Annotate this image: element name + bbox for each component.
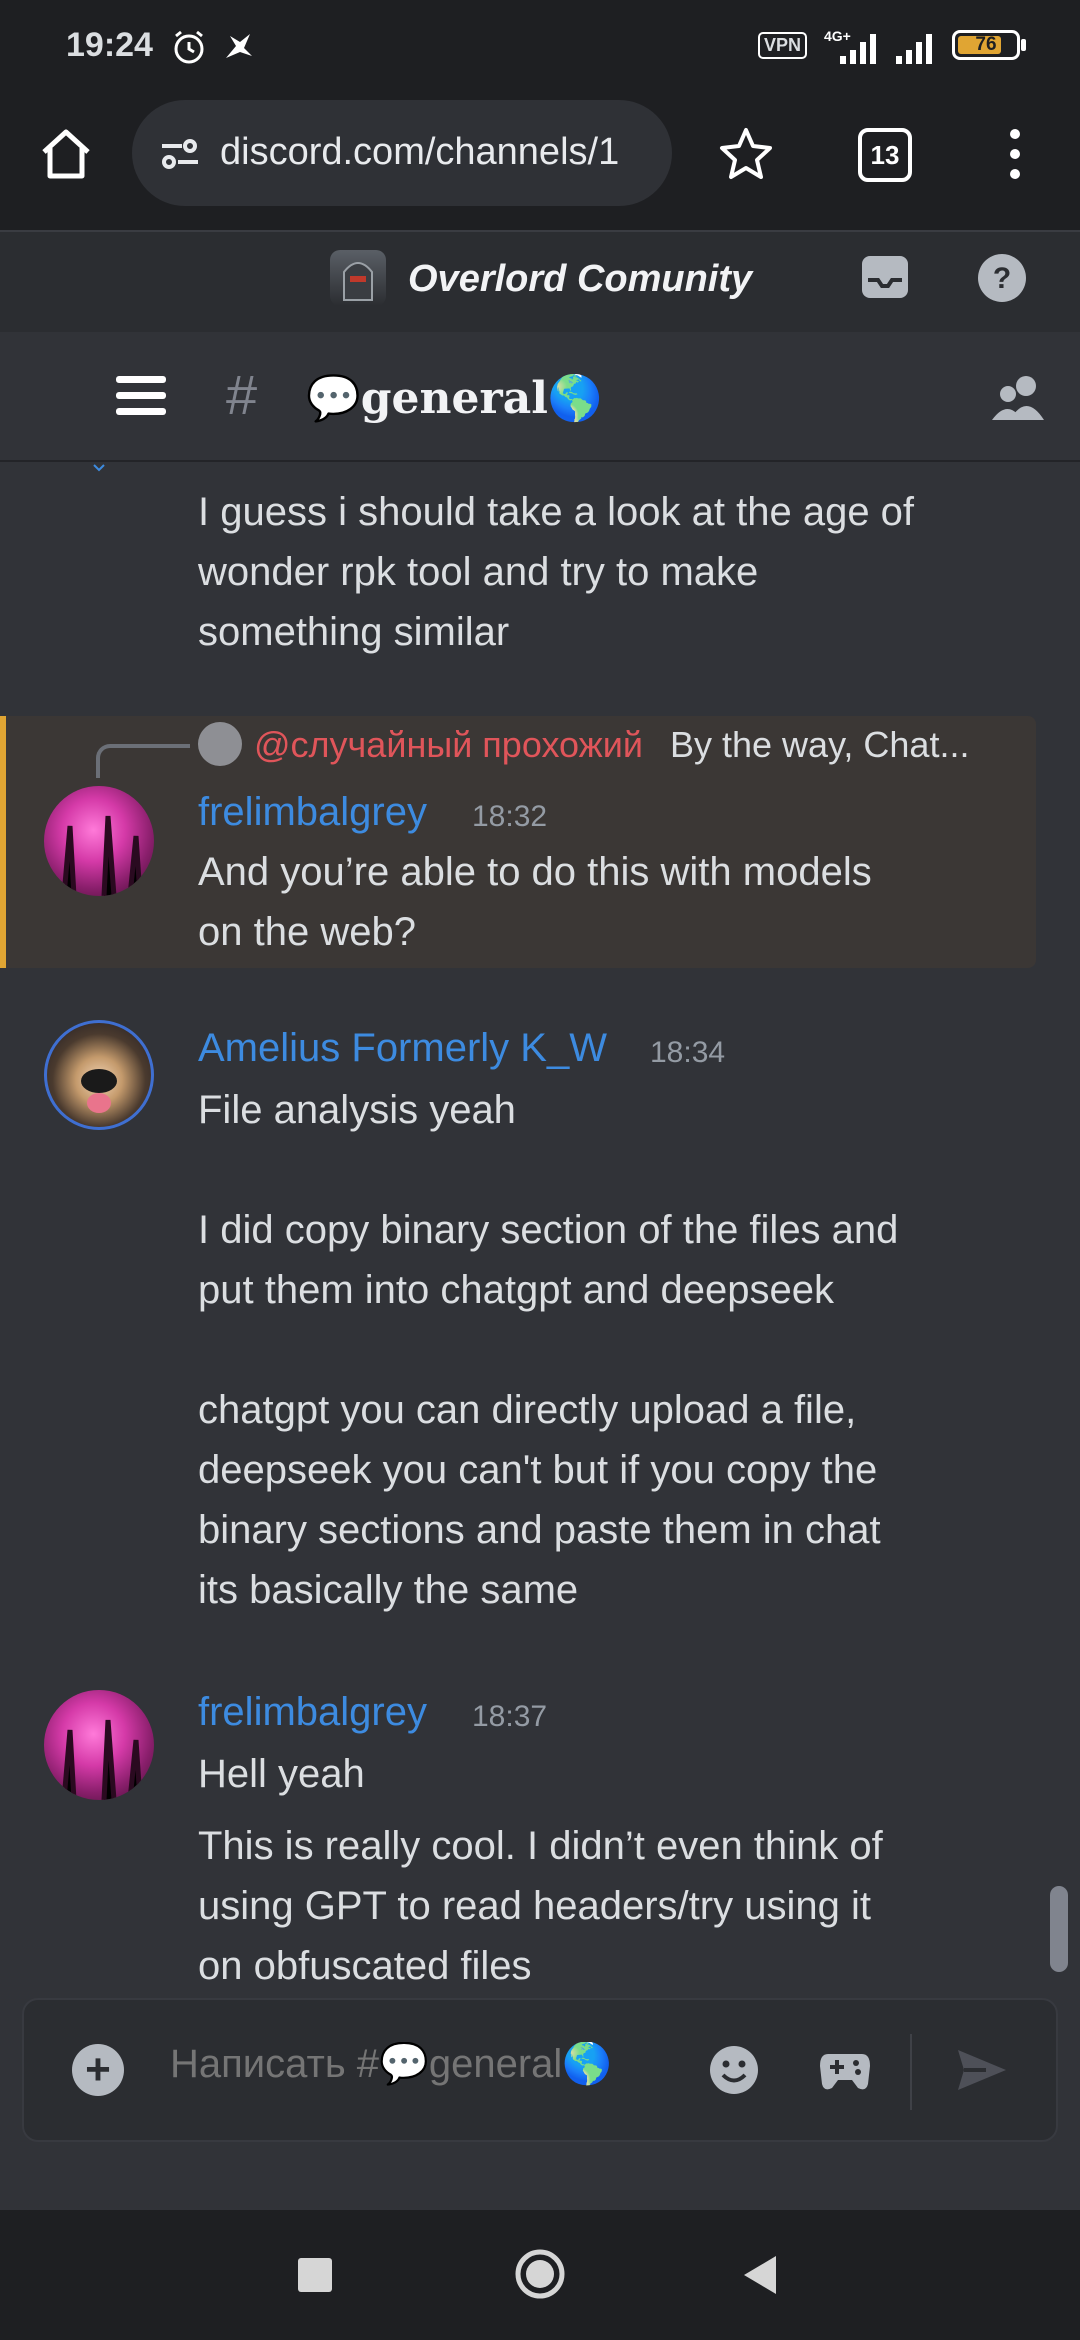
- message-line: its basically the same: [198, 1568, 579, 1612]
- message-text: And you’re able to do this with models o…: [198, 842, 958, 962]
- message-text: Hell yeah This is really cool. I didn’t …: [198, 1744, 958, 1996]
- more-vert-icon[interactable]: [1000, 124, 1030, 184]
- inbox-icon[interactable]: [858, 250, 912, 304]
- message-line: something similar: [198, 610, 510, 654]
- mention-bar: [0, 716, 6, 968]
- url-bar[interactable]: discord.com/channels/1: [132, 100, 672, 206]
- signal-icon: [838, 30, 876, 68]
- message-line: on the web?: [198, 910, 416, 954]
- hamburger-icon[interactable]: [114, 372, 168, 420]
- tab-switcher-button[interactable]: 13: [858, 128, 912, 182]
- help-icon[interactable]: ?: [976, 252, 1028, 304]
- message-line: Hell yeah: [198, 1752, 365, 1796]
- home-icon[interactable]: [34, 122, 98, 186]
- message-author[interactable]: frelimbalgrey: [198, 790, 427, 835]
- channel-name[interactable]: 💬general🌎: [306, 372, 603, 424]
- message-text: File analysis yeah I did copy binary sec…: [198, 1080, 958, 1620]
- home-nav-icon[interactable]: [514, 2248, 566, 2300]
- svg-text:?: ?: [993, 262, 1011, 295]
- message-timestamp: 18:32: [472, 800, 548, 833]
- recents-icon[interactable]: [298, 2258, 332, 2292]
- message-line: I did copy binary section of the files a…: [198, 1208, 899, 1252]
- message-author[interactable]: frelimbalgrey: [198, 1690, 427, 1735]
- message-text: I guess i should take a look at the age …: [198, 482, 958, 662]
- bird-icon: [220, 28, 258, 66]
- message-author[interactable]: Amelius Formerly K_W: [198, 1026, 607, 1071]
- server-icon[interactable]: [330, 250, 386, 306]
- channel-hash-icon: #: [226, 363, 258, 426]
- message-timestamp: 18:34: [650, 1036, 726, 1069]
- message-line: deepseek you can't but if you copy the: [198, 1448, 878, 1492]
- message-line: using GPT to read headers/try using it: [198, 1884, 871, 1928]
- message-line: on obfuscated files: [198, 1944, 532, 1988]
- message-line: wonder rpk tool and try to make: [198, 550, 759, 594]
- avatar[interactable]: [44, 1020, 154, 1130]
- scrollbar-thumb[interactable]: [1050, 1886, 1068, 1972]
- members-icon[interactable]: [990, 372, 1046, 422]
- message-timestamp: 18:37: [472, 1700, 548, 1733]
- message-line: This is really cool. I didn’t even think…: [198, 1824, 883, 1868]
- message-input[interactable]: [170, 2042, 670, 2087]
- alarm-icon: [170, 28, 208, 66]
- star-icon[interactable]: [716, 124, 776, 184]
- reply-avatar[interactable]: [198, 722, 242, 766]
- status-time: 19:24: [66, 26, 153, 64]
- battery-tip: [1021, 39, 1026, 51]
- message-line: put them into chatgpt and deepseek: [198, 1268, 835, 1312]
- composer-divider: [910, 2034, 912, 2110]
- message-line: I guess i should take a look at the age …: [198, 490, 915, 534]
- reply-preview[interactable]: By the way, Chat...: [670, 724, 969, 766]
- message-line: File analysis yeah: [198, 1088, 516, 1132]
- reply-mention[interactable]: @случайный прохожий: [254, 724, 643, 766]
- gamepad-icon[interactable]: [818, 2046, 872, 2094]
- send-icon[interactable]: [956, 2046, 1008, 2094]
- avatar[interactable]: [44, 786, 154, 896]
- server-name[interactable]: Overlord Comunity: [408, 258, 752, 301]
- message-line: chatgpt you can directly upload a file,: [198, 1388, 857, 1432]
- back-icon[interactable]: [740, 2254, 780, 2296]
- chevron-down-icon: [92, 460, 106, 472]
- avatar[interactable]: [44, 1690, 154, 1800]
- message-line: And you’re able to do this with models: [198, 850, 872, 894]
- battery-indicator: 76: [952, 30, 1020, 60]
- emoji-icon[interactable]: [708, 2044, 760, 2096]
- message-line: binary sections and paste them in chat: [198, 1508, 881, 1552]
- battery-level: 76: [975, 34, 997, 55]
- signal-icon: [894, 30, 932, 68]
- url-text[interactable]: discord.com/channels/1: [220, 131, 619, 174]
- site-settings-icon[interactable]: [160, 134, 200, 174]
- vpn-badge: VPN: [758, 32, 808, 59]
- plus-icon[interactable]: +: [72, 2044, 124, 2096]
- reply-connector: [96, 744, 190, 778]
